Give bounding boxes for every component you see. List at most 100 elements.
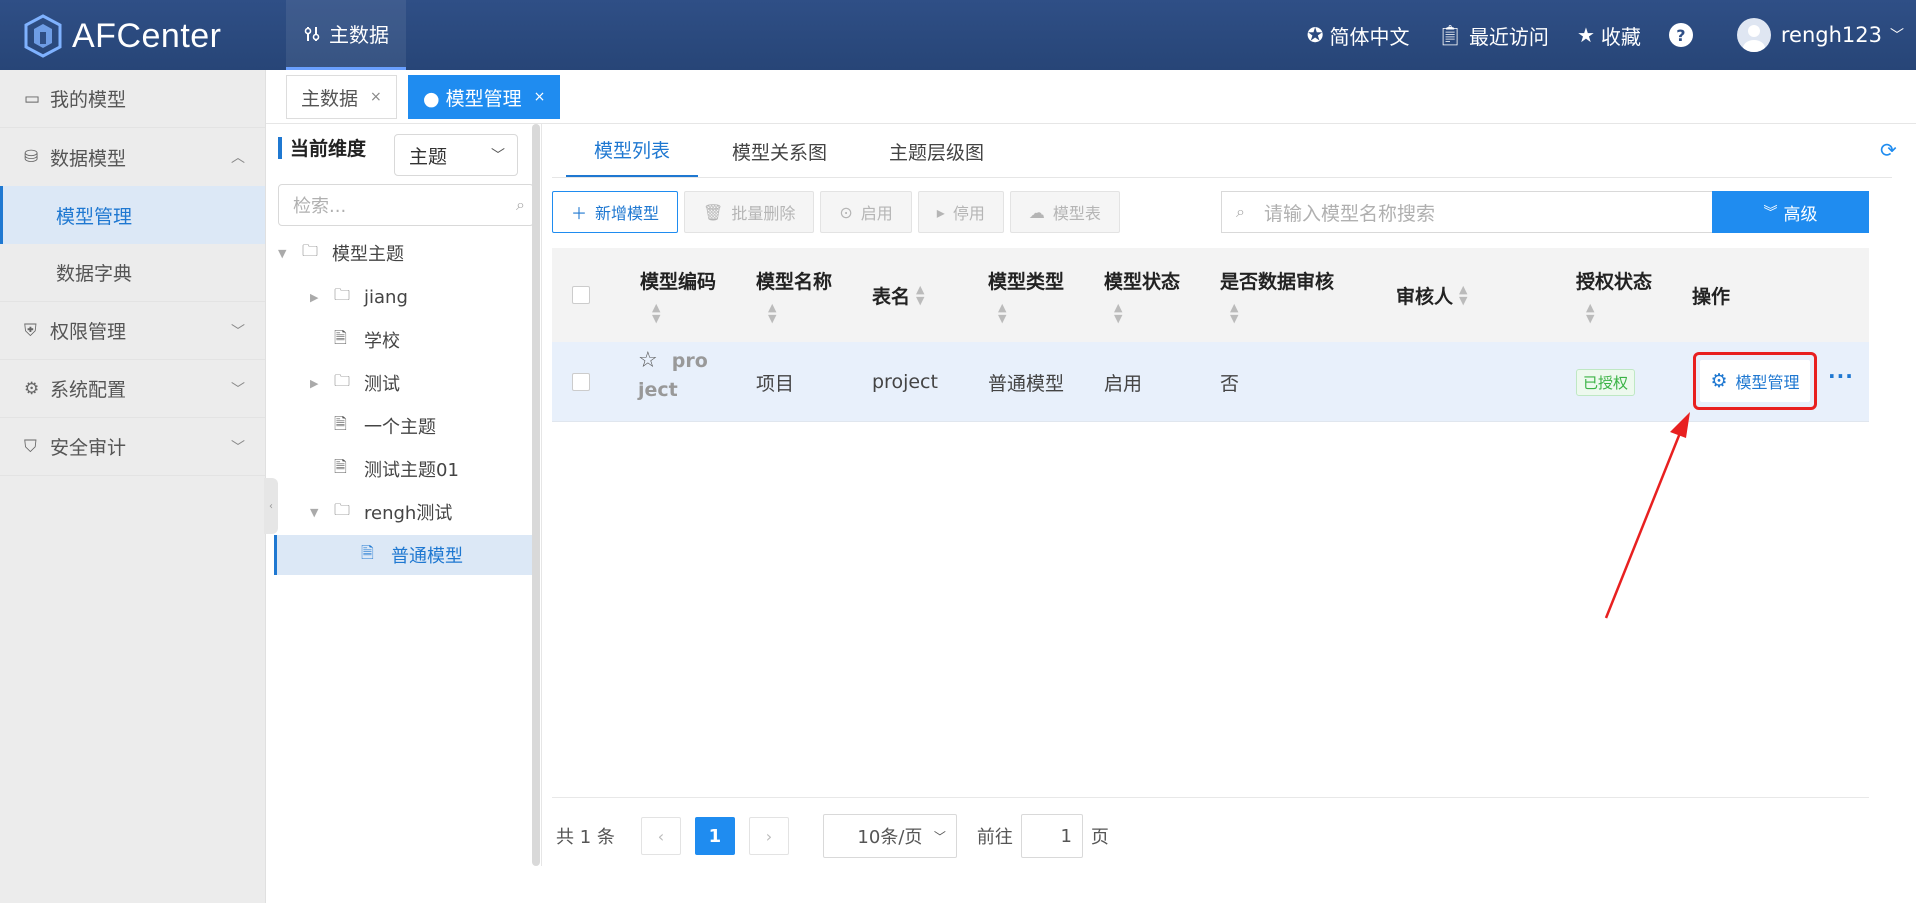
page-size-select[interactable]: 10条/页 ﹀	[822, 814, 957, 858]
cloud-icon: ☁	[1028, 202, 1045, 222]
more-actions-icon[interactable]: ···	[1828, 364, 1854, 388]
next-page-button[interactable]: ›	[748, 817, 789, 855]
column-header-table-name[interactable]: 表名 ▲ ▼	[872, 248, 924, 342]
star-outline-icon[interactable]: ☆	[638, 348, 658, 373]
tree-node-selected[interactable]: 🗎︎ 普通模型	[274, 535, 532, 575]
button-label: 停用	[952, 204, 985, 223]
sidebar-item-label: 权限管理	[50, 321, 127, 343]
sidebar-item-permissions[interactable]: ⛨ 权限管理 ﹀	[0, 302, 265, 360]
column-header-code[interactable]: 模型编码 ▲ ▼	[640, 248, 716, 342]
sidebar-item-system-config[interactable]: ⚙ 系统配置 ﹀	[0, 360, 265, 418]
sidebar-item-model-management[interactable]: 模型管理	[0, 186, 265, 244]
chevron-down-icon: ﹀	[1890, 28, 1904, 44]
sort-icon[interactable]: ▲ ▼	[1459, 284, 1467, 306]
page-number-button[interactable]: 1	[694, 817, 735, 855]
tree-search-input[interactable]: 检索... ⌕	[278, 184, 534, 226]
tree-node-root[interactable]: ▼ 🗀︎ 模型主题	[278, 233, 528, 273]
sidebar-item-my-models[interactable]: ▭ 我的模型	[0, 70, 265, 128]
sidebar-item-data-model[interactable]: ⛁ 数据模型 ︿	[0, 128, 265, 186]
folder-icon: 🗀︎	[302, 240, 319, 260]
advanced-search-button[interactable]: ︾ 高级	[1712, 191, 1869, 233]
goto-page-input[interactable]: 1	[1020, 814, 1083, 858]
prev-page-button[interactable]: ‹	[640, 817, 681, 855]
tree-node[interactable]: 🗎︎ 一个主题	[310, 406, 528, 446]
help-icon[interactable]: ?	[1668, 23, 1693, 47]
dimension-row: 当前维度	[278, 134, 366, 161]
sidebar-item-label: 系统配置	[50, 379, 127, 401]
chevron-down-icon: ﹀	[491, 148, 505, 164]
disable-button[interactable]: ▸ 停用	[917, 191, 1004, 233]
dimension-select[interactable]: 主题 ﹀	[394, 134, 518, 176]
language-switch[interactable]: ✪ 简体中文	[1307, 21, 1410, 50]
tab-topic-hierarchy[interactable]: 主题层级图	[861, 124, 1012, 178]
tab-model-relations[interactable]: 模型关系图	[698, 124, 861, 178]
shield-icon: ⛨	[24, 320, 37, 341]
cell-audit: 否	[1220, 372, 1240, 395]
main-tabs: 模型列表 模型关系图 主题层级图	[566, 124, 1012, 178]
cell-status: 启用	[1104, 372, 1143, 395]
model-search-input[interactable]: ⌕ 请输入模型名称搜索	[1221, 191, 1713, 233]
column-header-name[interactable]: 模型名称 ▲ ▼	[756, 248, 832, 342]
cell-code: ☆ pro ject	[638, 348, 708, 416]
tree-node[interactable]: 🗎︎ 测试主题01	[310, 449, 528, 489]
sort-icon[interactable]: ▲ ▼	[768, 302, 832, 324]
sort-icon[interactable]: ▲ ▼	[998, 302, 1064, 324]
document-icon: 🗎︎	[334, 456, 347, 476]
column-header-audit[interactable]: 是否数据审核 ▲ ▼	[1220, 248, 1334, 342]
tree-node[interactable]: ▶ 🗀︎ 测试	[310, 363, 528, 403]
tree-node[interactable]: ▼ 🗀︎ rengh测试	[310, 492, 528, 532]
tree-node[interactable]: 🗎︎ 学校	[310, 320, 528, 360]
tree-node-label: 测试	[364, 374, 400, 395]
recent-visits[interactable]: 📋︎ 最近访问	[1438, 21, 1549, 50]
column-header-label: 操作	[1692, 285, 1731, 308]
goto-suffix: 页	[1090, 827, 1109, 848]
app-logo[interactable]: AFCenter	[24, 14, 222, 58]
top-nav-label: 主数据	[329, 23, 389, 47]
model-management-button[interactable]: ⚙ 模型管理	[1700, 360, 1810, 402]
favorites[interactable]: ★ 收藏	[1577, 21, 1641, 50]
sort-icon[interactable]: ▲ ▼	[652, 302, 716, 324]
caret-down-icon: ▼	[278, 246, 287, 260]
dimension-label: 当前维度	[290, 138, 367, 160]
column-header-auth[interactable]: 授权状态 ▲ ▼	[1576, 248, 1652, 342]
column-header-label: 是否数据审核	[1220, 270, 1335, 293]
model-table-button[interactable]: ☁ 模型表	[1009, 191, 1120, 233]
column-header-label: 模型状态	[1104, 270, 1181, 293]
column-header-auditor[interactable]: 审核人 ▲ ▼	[1396, 248, 1467, 342]
sidebar-item-data-dictionary[interactable]: 数据字典	[0, 244, 265, 302]
tree-node-label: jiang	[364, 286, 408, 308]
column-header-type[interactable]: 模型类型 ▲ ▼	[988, 248, 1064, 342]
tree-scrollbar[interactable]	[532, 124, 540, 866]
sort-icon[interactable]: ▲ ▼	[1114, 302, 1180, 324]
tree-node[interactable]: ▶ 🗀︎ jiang	[310, 277, 528, 317]
batch-delete-button[interactable]: 🗑︎ 批量删除	[684, 191, 815, 233]
tabs-divider	[552, 177, 1892, 178]
annotation-arrow	[1604, 412, 1690, 619]
row-select-cell	[572, 342, 590, 422]
sort-icon[interactable]: ▲ ▼	[916, 284, 924, 306]
add-model-button[interactable]: ＋ 新增模型	[552, 191, 679, 233]
sidebar: ▭ 我的模型 ⛁ 数据模型 ︿ 模型管理 数据字典 ⛨ 权限管理 ﹀ ⚙ 系统配…	[0, 70, 266, 903]
refresh-icon[interactable]: ⟳	[1880, 138, 1897, 162]
tab-model-list[interactable]: 模型列表	[566, 124, 699, 178]
panel-collapse-handle[interactable]: ‹	[264, 478, 278, 534]
pager-divider	[552, 797, 1869, 798]
column-header-label: 模型类型	[988, 270, 1065, 293]
user-menu[interactable]: rengh123 ﹀	[1736, 18, 1904, 52]
column-header-status[interactable]: 模型状态 ▲ ▼	[1104, 248, 1180, 342]
enable-button[interactable]: ⊙ 启用	[820, 191, 912, 233]
document-icon: 🗎︎	[361, 542, 374, 562]
select-all-checkbox[interactable]	[572, 286, 590, 304]
row-checkbox[interactable]	[572, 373, 590, 391]
page-tab-model-management[interactable]: ● 模型管理 ×	[408, 75, 561, 119]
sort-icon[interactable]: ▲ ▼	[1586, 302, 1652, 324]
sidebar-item-label: 数据模型	[50, 147, 127, 170]
close-icon[interactable]: ×	[370, 89, 382, 105]
sort-icon[interactable]: ▲ ▼	[1230, 302, 1334, 324]
button-label: 新增模型	[595, 204, 660, 223]
folder-icon: 🗀︎	[334, 370, 351, 390]
close-icon[interactable]: ×	[534, 89, 546, 105]
sidebar-item-security-audit[interactable]: ⛉ 安全审计 ﹀	[0, 418, 265, 476]
top-nav-master-data[interactable]: 主数据	[286, 0, 406, 70]
page-tab-master-data[interactable]: 主数据 ×	[286, 75, 397, 119]
